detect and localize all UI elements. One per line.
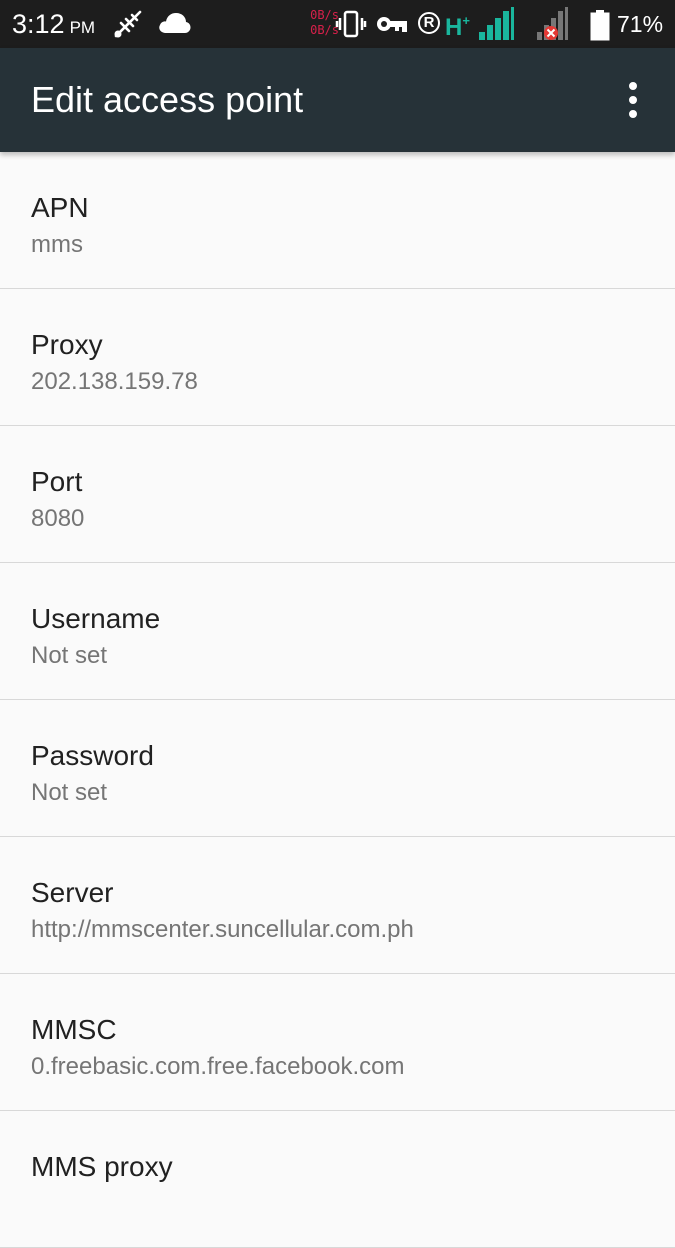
cloud-icon (159, 13, 191, 33)
signal-no-data-icon (537, 7, 568, 40)
network-type-sup: + (462, 13, 470, 28)
time-value: 3:12 (12, 9, 65, 39)
pref-item-mmsc[interactable]: MMSC 0.freebasic.com.free.facebook.com (0, 974, 675, 1111)
network-type: H (445, 14, 463, 41)
status-time: 3:12 PM (12, 9, 95, 40)
pref-title: Username (31, 603, 161, 634)
pref-title: Port (31, 466, 83, 497)
vpn-key-icon (377, 17, 407, 32)
pref-title: APN (31, 192, 89, 223)
battery-percent: 71% (617, 11, 664, 37)
more-options-button[interactable] (612, 74, 656, 126)
pref-summary: mms (31, 231, 83, 258)
pref-summary: 0.freebasic.com.free.facebook.com (31, 1053, 405, 1080)
pref-item-username[interactable]: Username Not set (0, 563, 675, 700)
pref-title: Server (31, 877, 114, 908)
net-speed-up: 0B/s (310, 8, 339, 22)
pref-summary: 8080 (31, 505, 85, 532)
usb-debug-icon (114, 10, 142, 38)
net-speed-down: 0B/s (310, 23, 339, 37)
pref-title: MMSC (31, 1014, 117, 1045)
pref-title: Password (31, 740, 154, 771)
network-type-indicator: H+ (445, 13, 470, 42)
app-toolbar: Edit access point (0, 48, 675, 152)
pref-item-password[interactable]: Password Not set (0, 700, 675, 837)
status-bar: 3:12 PM 0B/s 0B/s R H+ 71% (0, 0, 675, 48)
battery-icon (590, 10, 610, 41)
page-title: Edit access point (31, 79, 304, 120)
vibrate-icon (335, 10, 367, 38)
time-ampm: PM (69, 18, 96, 37)
pref-title: Proxy (31, 329, 103, 360)
pref-item-mms-proxy[interactable]: MMS proxy (0, 1111, 675, 1248)
net-speed-indicator: 0B/s 0B/s (299, 8, 339, 38)
pref-summary: Not set (31, 642, 108, 669)
apn-settings-list: APN mms Proxy 202.138.159.78 Port 8080 U… (0, 152, 675, 1248)
pref-title: MMS proxy (31, 1151, 173, 1182)
pref-summary: 202.138.159.78 (31, 368, 198, 395)
signal-icon (479, 7, 514, 40)
pref-item-port[interactable]: Port 8080 (0, 426, 675, 563)
roaming-icon: R (418, 12, 440, 34)
pref-summary: http://mmscenter.suncellular.com.ph (31, 916, 414, 943)
pref-summary: Not set (31, 779, 108, 806)
pref-item-apn[interactable]: APN mms (0, 152, 675, 289)
pref-item-server[interactable]: Server http://mmscenter.suncellular.com.… (0, 837, 675, 974)
pref-item-proxy[interactable]: Proxy 202.138.159.78 (0, 289, 675, 426)
